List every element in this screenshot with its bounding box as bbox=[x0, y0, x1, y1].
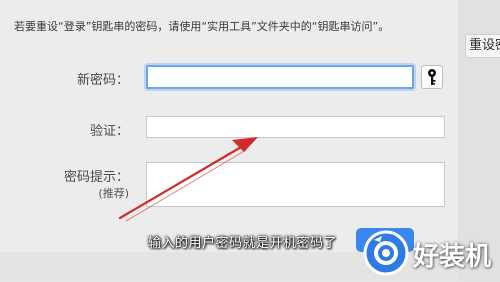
site-watermark: 好装机 bbox=[360, 228, 500, 278]
password-hint-label: 密码提示： bbox=[63, 170, 129, 185]
new-password-label: 新密码： bbox=[76, 73, 129, 88]
watermark-text: 好装机 bbox=[413, 242, 492, 272]
video-caption: 输入的用户密码就是开机密码了 bbox=[148, 236, 338, 251]
password-assistant-button[interactable] bbox=[421, 65, 443, 89]
new-password-input[interactable] bbox=[146, 65, 414, 89]
verify-label: 验证： bbox=[89, 124, 129, 139]
password-hint-input[interactable] bbox=[146, 162, 445, 207]
logo-icon bbox=[363, 230, 409, 276]
reset-password-tab[interactable]: 重设密 bbox=[465, 34, 500, 58]
password-hint-recommended-label: (推荐) bbox=[98, 187, 129, 200]
key-icon bbox=[428, 69, 436, 85]
verify-password-input[interactable] bbox=[146, 116, 445, 138]
keychain-notice: 若要重设“登录”钥匙串的密码，请使用“实用工具”文件夹中的“钥匙串访问”。 bbox=[14, 20, 390, 33]
